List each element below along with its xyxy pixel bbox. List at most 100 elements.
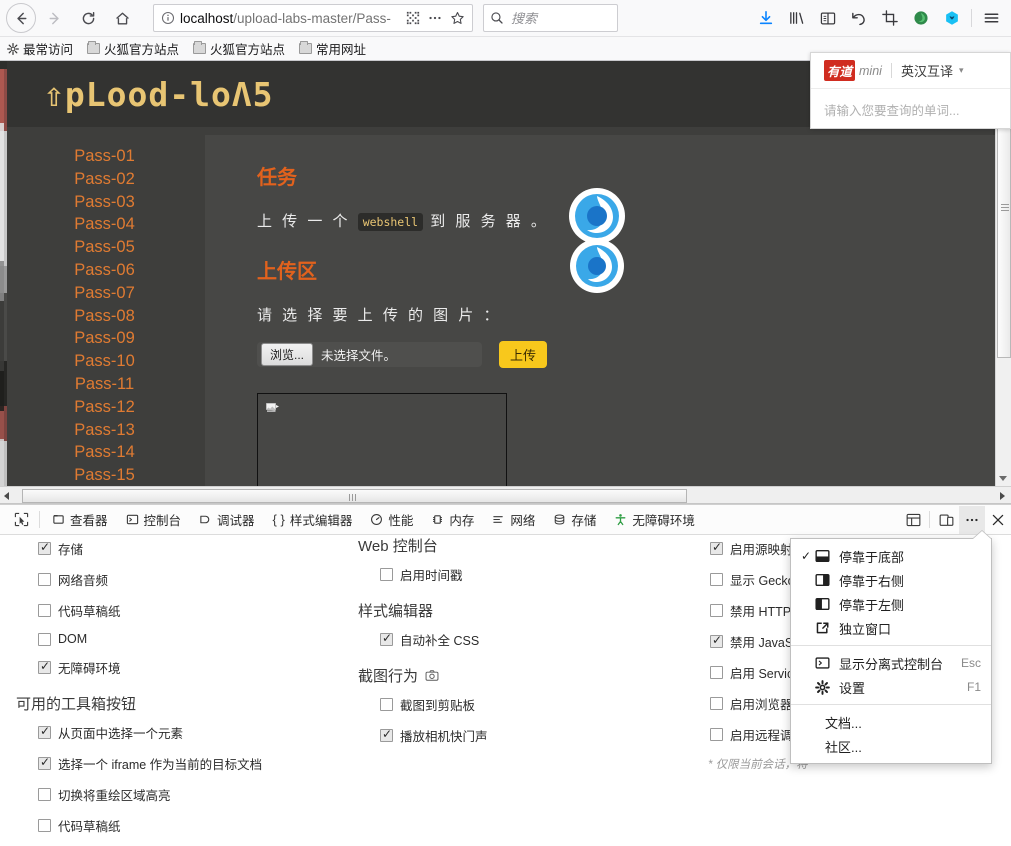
qr-code-icon[interactable] [402,11,424,25]
sidebar-item-pass-10[interactable]: Pass-10 [7,350,202,373]
search-input[interactable] [509,9,611,27]
setting-row[interactable]: 网络音频 [38,570,330,589]
menu-item-dock-bottom[interactable]: ✓ 停靠于底部 [791,544,991,568]
checkbox[interactable] [710,728,723,741]
setting-row[interactable]: 选择一个 iframe 作为当前的目标文档 [38,754,330,773]
setting-row[interactable]: DOM [38,632,330,646]
youdao-search-input[interactable]: 请输入您要查询的单词... [811,89,1010,130]
library-icon[interactable] [781,3,812,33]
checkbox[interactable] [380,727,393,742]
checkbox[interactable] [380,698,393,711]
sidebar-item-pass-05[interactable]: Pass-05 [7,236,202,259]
menu-item-dock-right[interactable]: 停靠于右侧 [791,568,991,592]
tab-performance[interactable]: 性能 [361,506,422,534]
tab-storage[interactable]: 存储 [544,506,605,534]
menu-item-community[interactable]: 社区... [791,734,991,758]
tab-console[interactable]: 控制台 [117,506,191,534]
extension-blue-icon[interactable] [936,3,967,33]
checkbox[interactable] [38,819,51,832]
menu-item-settings[interactable]: 设置 F1 [791,675,991,699]
tab-inspector[interactable]: 查看器 [43,506,117,534]
bookmark-most-visited[interactable]: 最常访问 [0,38,80,60]
scroll-down-arrow-icon[interactable] [999,476,1007,481]
setting-row[interactable]: 自动补全 CSS [380,630,680,649]
checkbox[interactable] [710,573,723,586]
star-icon[interactable] [446,11,468,26]
scroll-right-arrow-icon[interactable] [1000,492,1005,500]
setting-row[interactable]: 从页面中选择一个元素 [38,723,330,742]
bookmark-firefox-site-2[interactable]: 火狐官方站点 [186,38,292,60]
extension-green-icon[interactable] [905,3,936,33]
setting-row[interactable]: 存储 [38,539,330,558]
tab-network[interactable]: 网络 [483,506,544,534]
upload-submit-button[interactable]: 上传 [499,341,548,368]
tab-debugger[interactable]: 调试器 [190,506,264,534]
checkbox[interactable] [38,659,51,674]
back-button[interactable] [6,3,36,33]
horizontal-scroll-thumb[interactable] [22,489,687,503]
sidebar-item-pass-08[interactable]: Pass-08 [7,305,202,328]
checkbox[interactable] [38,540,51,555]
checkbox[interactable] [38,724,51,739]
checkbox[interactable] [380,568,393,581]
sidebar-icon[interactable] [812,3,843,33]
checkbox[interactable] [38,632,51,646]
tab-style-editor[interactable]: { } 样式编辑器 [264,506,362,534]
meatball-menu-button[interactable] [959,505,985,534]
scroll-left-arrow-icon[interactable] [4,492,9,500]
sidebar-item-pass-09[interactable]: Pass-09 [7,327,202,350]
page-horizontal-scrollbar[interactable] [0,486,1011,504]
sidebar-item-pass-01[interactable]: Pass-01 [7,145,202,168]
element-picker-icon[interactable] [6,512,36,527]
youdao-mode-label[interactable]: 英汉互译 [901,61,953,80]
setting-row[interactable]: 播放相机快门声 [380,726,680,745]
menu-item-separate-window[interactable]: 独立窗口 [791,616,991,640]
sidebar-item-pass-13[interactable]: Pass-13 [7,419,202,442]
page-actions-icon[interactable] [424,11,446,25]
setting-row[interactable]: 无障碍环境 [38,658,330,677]
setting-row[interactable]: 启用时间戳 [380,565,680,584]
hamburger-menu-icon[interactable] [976,3,1007,33]
bookmark-firefox-site-1[interactable]: 火狐官方站点 [80,38,186,60]
sidebar-item-pass-14[interactable]: Pass-14 [7,441,202,464]
checkbox[interactable] [710,633,723,648]
responsive-design-mode-button[interactable] [933,506,959,534]
home-button[interactable] [106,3,138,33]
close-devtools-button[interactable] [985,506,1011,534]
checkbox[interactable] [38,604,51,617]
setting-row[interactable]: 截图到剪贴板 [380,695,680,714]
checkbox[interactable] [710,540,723,555]
menu-item-split-console[interactable]: 显示分离式控制台 Esc [791,651,991,675]
menu-item-dock-left[interactable]: 停靠于左侧 [791,592,991,616]
setting-row[interactable]: 切换将重绘区域高亮 [38,785,330,804]
setting-row[interactable]: 代码草稿纸 [38,816,330,835]
address-bar[interactable]: localhost/upload-labs-master/Pass- [153,4,473,32]
sidebar-item-pass-06[interactable]: Pass-06 [7,259,202,282]
checkbox[interactable] [380,631,393,646]
info-circle-icon[interactable] [161,11,175,25]
chevron-down-icon[interactable]: ▾ [959,65,964,76]
history-undo-icon[interactable] [843,3,874,33]
forward-button[interactable] [38,3,70,33]
sidebar-item-pass-07[interactable]: Pass-07 [7,282,202,305]
screenshot-crop-icon[interactable] [874,3,905,33]
sidebar-item-pass-03[interactable]: Pass-03 [7,191,202,214]
checkbox[interactable] [38,788,51,801]
checkbox[interactable] [710,697,723,710]
sidebar-item-pass-15[interactable]: Pass-15 [7,464,202,486]
bookmark-common-sites[interactable]: 常用网址 [292,38,373,60]
split-console-button[interactable] [900,506,926,534]
tab-accessibility[interactable]: 无障碍环境 [605,506,704,534]
checkbox[interactable] [38,755,51,770]
checkbox[interactable] [38,573,51,586]
setting-row[interactable]: 代码草稿纸 [38,601,330,620]
sidebar-item-pass-11[interactable]: Pass-11 [7,373,202,396]
downloads-icon[interactable] [750,3,781,33]
file-input-control[interactable]: 浏览... 未选择文件。 [257,342,482,367]
reload-button[interactable] [72,3,104,33]
checkbox[interactable] [710,604,723,617]
browse-button[interactable]: 浏览... [261,343,314,366]
sidebar-item-pass-04[interactable]: Pass-04 [7,213,202,236]
search-bar[interactable] [483,4,618,32]
checkbox[interactable] [710,666,723,679]
